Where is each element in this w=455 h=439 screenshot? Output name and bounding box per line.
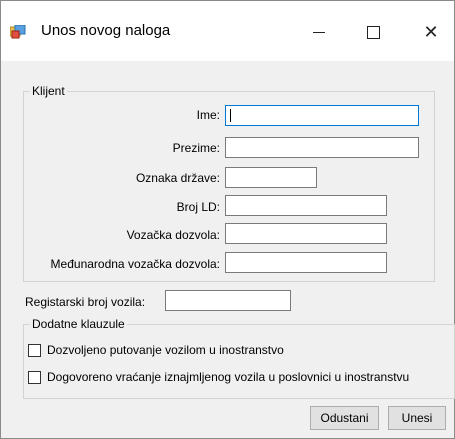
prezime-label: Prezime: [172, 141, 220, 155]
prezime-input[interactable] [225, 137, 419, 158]
oznaka-drzave-input[interactable] [225, 167, 317, 188]
putovanje-checkbox[interactable] [28, 344, 41, 357]
close-button[interactable]: ✕ [409, 15, 453, 49]
vozacka-dozvola-label: Vozačka dozvola: [126, 228, 220, 242]
form-icon [10, 25, 26, 39]
title-bar[interactable]: Unos novog naloga ✕ [1, 1, 454, 61]
ime-input[interactable] [225, 105, 419, 126]
medjunarodna-dozvola-input[interactable] [225, 252, 387, 273]
vracanje-label[interactable]: Dogovoreno vraćanje iznajmljenog vozila … [47, 370, 409, 384]
submit-button[interactable]: Unesi [388, 406, 446, 430]
medjunarodna-dozvola-label: Međunarodna vozačka dozvola: [50, 257, 220, 271]
vracanje-checkbox[interactable] [28, 371, 41, 384]
ime-label: Ime: [196, 108, 220, 122]
vozacka-dozvola-input[interactable] [225, 223, 387, 244]
cancel-button[interactable]: Odustani [310, 406, 379, 430]
broj-ld-label: Broj LD: [176, 200, 220, 214]
dialog-window: Unos novog naloga ✕ Klijent Ime: Prezime… [0, 0, 455, 439]
maximize-button[interactable] [351, 15, 395, 49]
putovanje-label[interactable]: Dozvoljeno putovanje vozilom u inostrans… [47, 343, 284, 357]
broj-ld-input[interactable] [225, 195, 387, 216]
registarski-broj-input[interactable] [165, 290, 291, 311]
klijent-legend: Klijent [32, 84, 65, 98]
minimize-button[interactable] [297, 15, 341, 49]
klauzule-group: Dodatne klauzule [23, 317, 455, 399]
text-caret [230, 109, 231, 122]
close-icon: ✕ [423, 21, 439, 42]
window-title: Unos novog naloga [41, 22, 171, 39]
minimize-icon [313, 31, 325, 33]
registarski-broj-label: Registarski broj vozila: [25, 295, 146, 309]
maximize-icon [366, 25, 380, 39]
oznaka-drzave-label: Oznaka države: [135, 171, 220, 185]
klauzule-legend: Dodatne klauzule [32, 317, 125, 331]
